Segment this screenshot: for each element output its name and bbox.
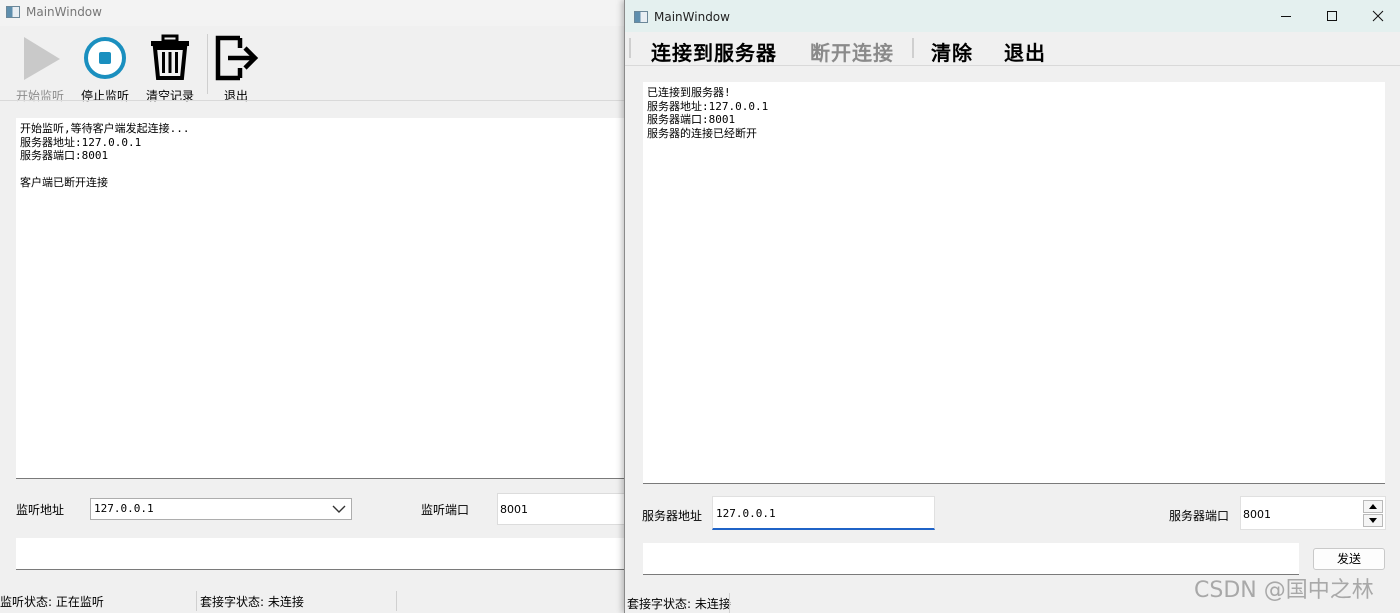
stop-listen-label: 停止监听 — [80, 89, 129, 103]
menu-exit[interactable]: 退出 — [1004, 37, 1046, 66]
server-port-value: 8001 — [1243, 508, 1271, 521]
client-window: MainWindow 连接到服务器 断开连接 清除 退出 已连接到服务器! 服务… — [624, 0, 1400, 613]
menu-clear[interactable]: 清除 — [931, 37, 973, 66]
listen-port-field[interactable]: 8001 — [497, 493, 626, 525]
send-button[interactable]: 发送 — [1313, 548, 1385, 570]
menu-connect-server[interactable]: 连接到服务器 — [651, 37, 777, 66]
client-message-input[interactable] — [643, 543, 1299, 575]
exit-icon — [215, 35, 259, 81]
trash-icon — [151, 34, 189, 80]
spin-up-button[interactable] — [1363, 500, 1383, 513]
status-separator — [196, 591, 197, 611]
server-port-spinbox[interactable]: 8001 — [1240, 496, 1386, 530]
close-icon — [1372, 10, 1384, 22]
caret-up-icon — [1369, 504, 1377, 509]
status-separator — [729, 593, 730, 613]
listen-address-value: 127.0.0.1 — [94, 502, 154, 515]
server-port-label: 服务器端口 — [1169, 509, 1230, 523]
watermark-text: CSDN @国中之林 — [1194, 578, 1374, 603]
app-window-icon — [634, 11, 648, 23]
minimize-icon — [1281, 16, 1291, 17]
listen-address-label: 监听地址 — [16, 503, 65, 517]
close-button[interactable] — [1355, 0, 1400, 32]
start-listen-button[interactable]: 开始监听 — [12, 34, 68, 104]
clear-log-button[interactable]: 清空记录 — [142, 34, 198, 104]
server-window-title: MainWindow — [26, 5, 102, 19]
menubar-handle — [629, 38, 631, 58]
server-address-label: 服务器地址 — [642, 509, 703, 523]
listen-address-combo[interactable]: 127.0.0.1 — [90, 498, 352, 520]
clear-log-label: 清空记录 — [145, 89, 194, 103]
menu-disconnect[interactable]: 断开连接 — [810, 37, 894, 66]
status-separator — [396, 591, 397, 611]
menu-separator — [912, 38, 914, 58]
server-log-text: 开始监听,等待客户端发起连接... 服务器地址:127.0.0.1 服务器端口:… — [20, 122, 190, 189]
server-address-value: 127.0.0.1 — [716, 507, 776, 520]
client-log-textarea[interactable]: 已连接到服务器! 服务器地址:127.0.0.1 服务器端口:8001 服务器的… — [643, 82, 1385, 484]
server-log-textarea[interactable]: 开始监听,等待客户端发起连接... 服务器地址:127.0.0.1 服务器端口:… — [16, 118, 626, 479]
socket-status: 套接字状态: 未连接 — [200, 595, 304, 609]
toolbar-divider — [0, 100, 626, 101]
client-socket-status: 套接字状态: 未连接 — [627, 597, 731, 611]
listen-port-value: 8001 — [500, 503, 528, 516]
chevron-down-icon — [332, 505, 346, 513]
play-icon — [24, 37, 60, 80]
exit-button[interactable]: 退出 — [208, 34, 264, 104]
minimize-button[interactable] — [1263, 0, 1309, 32]
maximize-icon — [1327, 11, 1337, 21]
client-window-title: MainWindow — [654, 10, 730, 24]
server-address-input[interactable]: 127.0.0.1 — [712, 496, 935, 530]
listen-status: 监听状态: 正在监听 — [0, 595, 104, 609]
menubar-divider — [625, 65, 1400, 66]
stop-listen-button[interactable]: 停止监听 — [77, 34, 133, 104]
server-message-input[interactable] — [16, 538, 626, 570]
client-log-text: 已连接到服务器! 服务器地址:127.0.0.1 服务器端口:8001 服务器的… — [647, 86, 769, 140]
server-status-bar: 监听状态: 正在监听 套接字状态: 未连接 — [0, 589, 626, 613]
exit-label: 退出 — [223, 89, 248, 103]
start-listen-label: 开始监听 — [15, 89, 64, 103]
server-window: MainWindow 开始监听 停止监听 清空记录 退出 开始监听,等待客户端发… — [0, 0, 626, 613]
maximize-button[interactable] — [1309, 0, 1355, 32]
listen-port-label: 监听端口 — [421, 503, 470, 517]
caret-down-icon — [1369, 518, 1377, 523]
stop-icon — [84, 37, 126, 79]
spin-down-button[interactable] — [1363, 514, 1383, 527]
app-window-icon — [6, 6, 20, 18]
